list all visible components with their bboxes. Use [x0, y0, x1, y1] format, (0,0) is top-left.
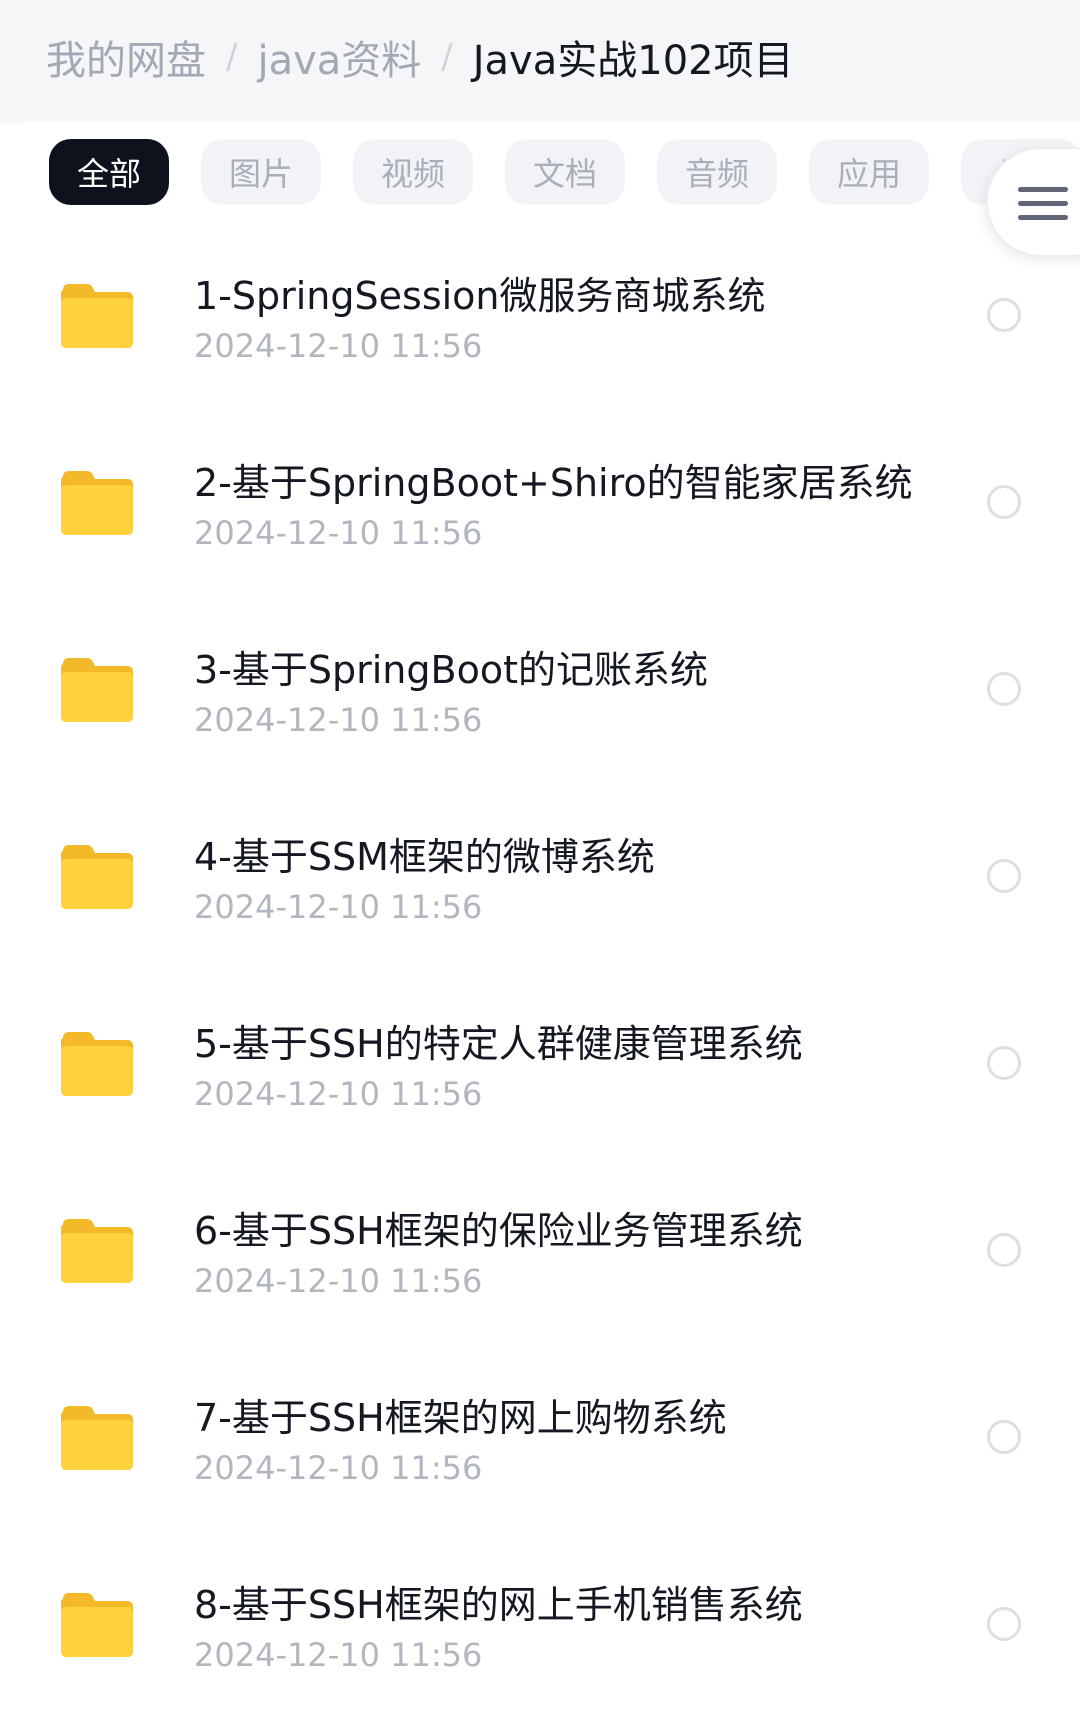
file-name: 5-基于SSH的特定人群健康管理系统: [194, 1022, 803, 1066]
select-radio[interactable]: [987, 298, 1021, 332]
folder-icon: [61, 284, 133, 348]
file-row[interactable]: 3-基于SpringBoot的记账系统 2024-12-10 11:56: [0, 599, 1080, 786]
tab-2[interactable]: 图片: [201, 139, 321, 205]
breadcrumb: 我的网盘 / java资料 / Java实战102项目: [46, 32, 794, 84]
file-date: 2024-12-10 11:56: [194, 514, 483, 552]
folder-icon: [61, 1406, 133, 1470]
folder-icon: [61, 1032, 133, 1096]
select-radio[interactable]: [987, 859, 1021, 893]
file-name: 2-基于SpringBoot+Shiro的智能家居系统: [194, 461, 913, 505]
select-radio[interactable]: [987, 1420, 1021, 1454]
menu-icon: [1018, 187, 1068, 221]
file-row[interactable]: 7-基于SSH框架的网上购物系统 2024-12-10 11:56: [0, 1347, 1080, 1534]
tab-3[interactable]: 视频: [353, 139, 473, 205]
filter-tabs: 全部图片视频文档音频应用BT: [49, 139, 1080, 205]
folder-icon: [61, 1593, 133, 1657]
file-date: 2024-12-10 11:56: [194, 1449, 483, 1487]
tab-5[interactable]: 音频: [657, 139, 777, 205]
file-date: 2024-12-10 11:56: [194, 701, 483, 739]
folder-icon: [61, 845, 133, 909]
select-radio[interactable]: [987, 1607, 1021, 1641]
file-name: 1-SpringSession微服务商城系统: [194, 274, 766, 318]
folder-icon: [61, 658, 133, 722]
select-radio[interactable]: [987, 1233, 1021, 1267]
file-date: 2024-12-10 11:56: [194, 1075, 483, 1113]
folder-icon: [61, 1219, 133, 1283]
breadcrumb-separator: /: [226, 37, 238, 77]
file-date: 2024-12-10 11:56: [194, 1636, 483, 1674]
file-name: 7-基于SSH框架的网上购物系统: [194, 1396, 727, 1440]
breadcrumb-parent[interactable]: java资料: [257, 28, 421, 86]
file-date: 2024-12-10 11:56: [194, 327, 483, 365]
file-row[interactable]: 6-基于SSH框架的保险业务管理系统 2024-12-10 11:56: [0, 1160, 1080, 1347]
tab-6[interactable]: 应用: [809, 139, 929, 205]
file-name: 6-基于SSH框架的保险业务管理系统: [194, 1209, 803, 1253]
tab-4[interactable]: 文档: [505, 139, 625, 205]
file-row[interactable]: 4-基于SSM框架的微博系统 2024-12-10 11:56: [0, 786, 1080, 973]
file-date: 2024-12-10 11:56: [194, 888, 483, 926]
file-row[interactable]: 5-基于SSH的特定人群健康管理系统 2024-12-10 11:56: [0, 973, 1080, 1160]
file-list: 1-SpringSession微服务商城系统 2024-12-10 11:56 …: [0, 225, 1080, 1713]
breadcrumb-current: Java实战102项目: [472, 38, 794, 84]
file-name: 4-基于SSM框架的微博系统: [194, 835, 655, 879]
select-radio[interactable]: [987, 1046, 1021, 1080]
file-row[interactable]: 8-基于SSH框架的网上手机销售系统 2024-12-10 11:56: [0, 1534, 1080, 1713]
breadcrumb-separator: /: [441, 37, 453, 77]
file-name: 8-基于SSH框架的网上手机销售系统: [194, 1583, 803, 1627]
file-row[interactable]: 1-SpringSession微服务商城系统 2024-12-10 11:56: [0, 225, 1080, 412]
file-browser-page: 我的网盘 / java资料 / Java实战102项目 全部 图片 视频 文档 音频 应用…: [0, 0, 1080, 1713]
file-name: 3-基于SpringBoot的记账系统: [194, 648, 708, 692]
select-radio[interactable]: [987, 485, 1021, 519]
folder-icon: [61, 471, 133, 535]
file-row[interactable]: 2-基于SpringBoot+Shiro的智能家居系统 2024-12-10 1…: [0, 412, 1080, 599]
breadcrumb-root[interactable]: 我的网盘: [46, 28, 206, 86]
tab-1[interactable]: 全部: [49, 139, 169, 205]
file-date: 2024-12-10 11:56: [194, 1262, 483, 1300]
select-radio[interactable]: [987, 672, 1021, 706]
